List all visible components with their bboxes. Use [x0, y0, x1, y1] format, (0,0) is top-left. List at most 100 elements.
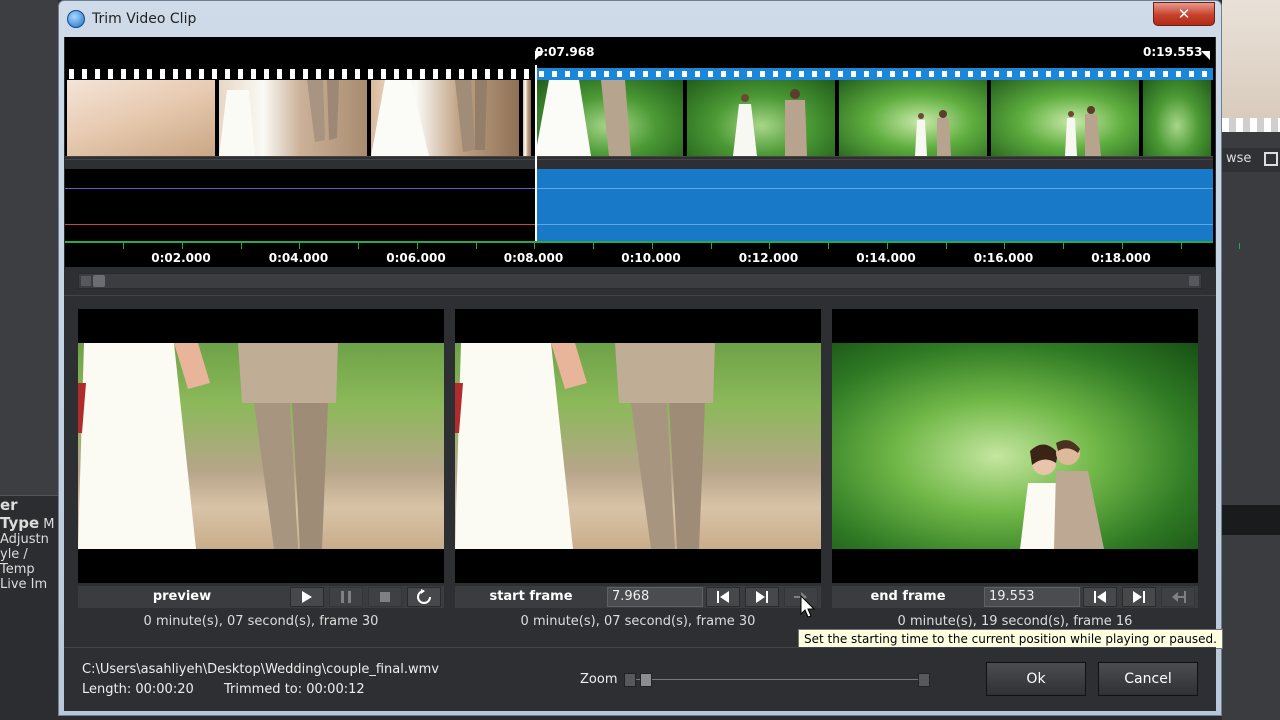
- zoom-knob[interactable]: [640, 673, 652, 687]
- start-go-last-button[interactable]: [745, 587, 779, 607]
- end-frame-controls: end frame 19.553: [832, 586, 1198, 608]
- film-frame: [371, 80, 521, 156]
- film-frame: [219, 80, 369, 156]
- film-frame: [839, 80, 989, 156]
- bg-label-live: Live Im: [0, 577, 48, 592]
- ruler-tick: [945, 243, 947, 249]
- film-frame: [1143, 80, 1213, 156]
- audio-track[interactable]: [65, 169, 1213, 241]
- ruler-tick: [651, 243, 653, 249]
- preview-controls: preview: [78, 586, 444, 608]
- app-icon: [67, 10, 85, 28]
- preview-panel: preview 0 minute(s), 07 second(s), frame…: [78, 309, 444, 639]
- scroll-right-arrow[interactable]: [1189, 276, 1199, 286]
- set-end-current-button[interactable]: [1161, 587, 1195, 607]
- trimmed-length: Trimmed to: 00:00:12: [224, 682, 365, 697]
- timeline[interactable]: 0:07.968 0:19.553 0:02.000 0:04.000 0:06…: [65, 37, 1241, 267]
- start-frame-figures: [455, 343, 715, 549]
- end-go-last-button[interactable]: [1122, 587, 1156, 607]
- selection-range[interactable]: [535, 169, 1213, 241]
- playhead[interactable]: [535, 65, 537, 241]
- ok-button[interactable]: Ok: [986, 662, 1086, 696]
- ruler-tick: [123, 243, 124, 249]
- end-frame-input[interactable]: 19.553: [984, 587, 1080, 607]
- play-button[interactable]: [290, 587, 324, 607]
- ruler-tick-label: 0:02.000: [151, 251, 211, 265]
- ruler-tick-label: 0:08.000: [503, 251, 564, 265]
- ruler-tick: [886, 243, 888, 249]
- trim-video-clip-dialog: Trim Video Clip ✕ 0:07.968 0:19.553 0:02…: [58, 0, 1241, 716]
- start-go-first-button[interactable]: [706, 587, 740, 607]
- scroll-left-arrow[interactable]: [81, 276, 91, 286]
- preview-viewport: [78, 309, 444, 583]
- end-frame-time-info: 0 minute(s), 19 second(s), frame 16: [897, 614, 1133, 629]
- bg-browse-label: wse: [1226, 151, 1252, 166]
- start-frame-image: [455, 343, 821, 549]
- end-frame-viewport: [832, 309, 1198, 583]
- end-frame-figures: [1020, 440, 1104, 549]
- time-ruler[interactable]: 0:02.000 0:04.000 0:06.000 0:08.000 0:10.000…: [65, 241, 1241, 267]
- ruler-tick-label: 0:04.000: [268, 251, 329, 265]
- ruler-tick-label: 0:06.000: [386, 251, 446, 265]
- ruler-tick-label: 0:16.000: [973, 251, 1034, 265]
- end-marker-flag[interactable]: [1201, 51, 1210, 60]
- pause-icon: [341, 591, 351, 603]
- track-line-red: [65, 224, 535, 225]
- background-right-strip: [1222, 505, 1280, 535]
- bg-label-adjust: Adjustn: [0, 532, 49, 547]
- pause-button[interactable]: [329, 587, 363, 607]
- end-marker-time: 0:19.553: [1143, 45, 1203, 59]
- end-go-first-button[interactable]: [1083, 587, 1117, 607]
- film-frame: [535, 80, 685, 156]
- ruler-tick: [1063, 243, 1064, 249]
- timeline-scrollbar[interactable]: [78, 273, 1202, 289]
- start-frame-viewport: [455, 309, 821, 583]
- scroll-thumb[interactable]: [93, 275, 105, 287]
- start-marker-flag[interactable]: [535, 51, 544, 60]
- selection-sprockets-bottom: [65, 159, 1213, 169]
- zoom-in-cap[interactable]: [918, 673, 930, 687]
- zoom-slider[interactable]: [624, 673, 930, 687]
- background-checker: [1222, 118, 1280, 132]
- title-bar[interactable]: Trim Video Clip ✕: [59, 1, 1221, 37]
- ruler-tick: [299, 243, 301, 249]
- ruler-tick: [1239, 243, 1241, 249]
- frame-figures: [371, 80, 487, 156]
- expand-icon: [1264, 152, 1278, 166]
- skip-forward-icon: [1133, 591, 1145, 603]
- start-frame-label: start frame: [489, 589, 573, 604]
- background-left-properties: er Type M Adjustn yle / Temp Live Im: [0, 495, 58, 720]
- replay-icon: [417, 589, 431, 604]
- replay-button[interactable]: [407, 587, 441, 607]
- ruler-tick-label: 0:14.000: [856, 251, 916, 265]
- ruler-tick: [358, 243, 359, 249]
- skip-back-icon: [1094, 591, 1106, 603]
- cancel-button[interactable]: Cancel: [1098, 662, 1198, 696]
- skip-back-icon: [717, 591, 729, 603]
- frame-figures: [1065, 106, 1101, 156]
- ruler-tick: [1004, 243, 1006, 249]
- close-button[interactable]: ✕: [1153, 2, 1215, 26]
- frame-figures: [219, 80, 339, 156]
- frame-figures: [733, 89, 807, 156]
- zoom-out-cap[interactable]: [624, 673, 636, 687]
- preview-figures: [78, 343, 338, 549]
- ruler-tick: [240, 243, 242, 249]
- ruler-tick: [1180, 243, 1182, 249]
- dialog-client: 0:07.968 0:19.553 0:02.000 0:04.000 0:06…: [64, 37, 1241, 711]
- stop-button[interactable]: [368, 587, 402, 607]
- start-frame-input[interactable]: 7.968: [607, 587, 703, 607]
- selection-sprockets-top: [535, 71, 1213, 77]
- stop-icon: [380, 592, 390, 602]
- filmstrip[interactable]: [65, 65, 1213, 169]
- set-position-back-icon: [1172, 591, 1186, 603]
- preview-image: [78, 343, 444, 549]
- zoom-track: [634, 679, 920, 680]
- ruler-tick-label: 0:18.000: [1091, 251, 1151, 265]
- selection-line: [535, 188, 1213, 189]
- tooltip: Set the starting time to the current pos…: [798, 629, 1223, 649]
- end-frame-label: end frame: [870, 589, 946, 604]
- end-frame-panel: end frame 19.553 0 minute(s), 19 second(…: [832, 309, 1198, 639]
- start-frame-panel: start frame 7.968 0 minute(s), 07 second…: [455, 309, 821, 639]
- ruler-tick: [416, 243, 418, 249]
